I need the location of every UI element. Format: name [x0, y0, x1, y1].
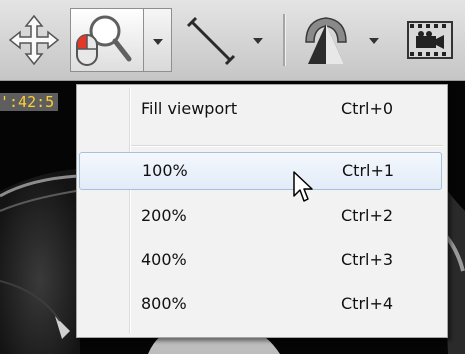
menu-item-100[interactable]: 100% Ctrl+1: [79, 152, 442, 190]
film-camera-icon: [407, 21, 453, 59]
menu-item-label: 400%: [141, 250, 187, 269]
chevron-down-icon: [369, 38, 379, 44]
menu-item-label: 100%: [142, 161, 188, 180]
pan-tool-button[interactable]: [2, 8, 66, 72]
shape-tool-button[interactable]: [294, 8, 358, 72]
measure-dropdown-arrow[interactable]: [244, 8, 272, 72]
menu-item-shortcut: Ctrl+2: [341, 206, 394, 225]
toolbar-separator: [283, 14, 286, 66]
zoom-tool-button[interactable]: [70, 8, 144, 72]
menu-item-label: 200%: [141, 206, 187, 225]
menu-item-fill-viewport[interactable]: Fill viewport Ctrl+0: [79, 91, 442, 129]
region-shape-icon: [305, 17, 347, 64]
ruler-line-icon: [186, 16, 236, 66]
timestamp-overlay: ':42:5: [0, 93, 59, 111]
menu-item-400[interactable]: 400% Ctrl+3: [79, 242, 442, 280]
magnifier-mouse-icon: [76, 15, 132, 66]
menu-item-label: 800%: [141, 294, 187, 313]
zoom-dropdown-arrow[interactable]: [144, 8, 172, 72]
menu-item-200[interactable]: 200% Ctrl+2: [79, 198, 442, 236]
menu-item-label: Fill viewport: [141, 99, 238, 118]
measure-tool-button[interactable]: [180, 8, 244, 72]
shape-dropdown-arrow[interactable]: [360, 8, 388, 72]
mouse-pointer-icon: [293, 171, 313, 202]
menu-item-shortcut: Ctrl+0: [341, 99, 394, 118]
menu-item-shortcut: Ctrl+3: [341, 250, 394, 269]
toolbar: [0, 0, 465, 81]
zoom-menu: Fill viewport Ctrl+0 100% Ctrl+1 200% Ct…: [76, 84, 448, 338]
menu-item-800[interactable]: 800% Ctrl+4: [79, 286, 442, 324]
menu-item-shortcut: Ctrl+1: [342, 161, 395, 180]
menu-separator: [131, 145, 443, 147]
cine-tool-button[interactable]: [398, 8, 462, 72]
chevron-down-icon: [253, 38, 263, 44]
move-arrows-icon: [8, 14, 60, 66]
chevron-down-icon: [153, 39, 163, 45]
menu-item-shortcut: Ctrl+4: [341, 294, 394, 313]
